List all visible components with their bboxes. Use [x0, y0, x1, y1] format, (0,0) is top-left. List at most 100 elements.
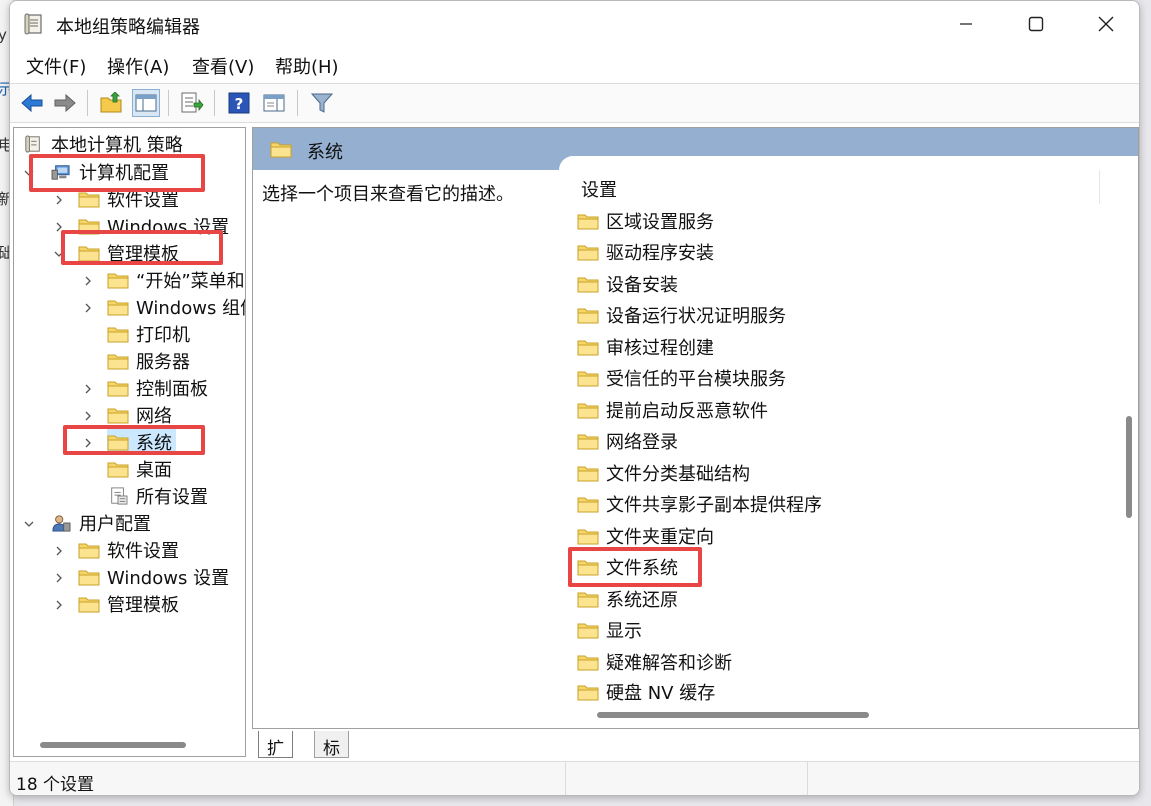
- filter-button[interactable]: [308, 89, 336, 117]
- list-item[interactable]: 文件共享影子副本提供程序: [577, 491, 822, 517]
- folder-icon: [577, 277, 599, 293]
- tree-item-printers[interactable]: 打印机: [107, 321, 190, 347]
- back-icon: [21, 93, 43, 113]
- list-item-label: 区域设置服务: [606, 212, 714, 233]
- toolbar-separator: [297, 90, 298, 116]
- tree-item-start-menu[interactable]: “开始”菜单和任: [107, 267, 245, 293]
- policy-scroll-icon: [24, 13, 42, 35]
- list-item-label: 受信任的平台模块服务: [606, 369, 786, 390]
- list-item[interactable]: 文件夹重定向: [577, 523, 714, 549]
- list-item[interactable]: 显示: [577, 617, 642, 643]
- export-list-button[interactable]: [178, 89, 206, 117]
- toolbar-separator: [168, 90, 169, 116]
- tree-horizontal-scrollbar[interactable]: [40, 742, 186, 748]
- list-item[interactable]: 设备运行状况证明服务: [577, 302, 786, 328]
- list-item[interactable]: 驱动程序安装: [577, 239, 714, 265]
- tree-item-label: 软件设置: [107, 541, 179, 562]
- folder-icon: [577, 623, 599, 639]
- forward-button[interactable]: [51, 89, 79, 117]
- chevron-right-icon[interactable]: [52, 193, 66, 207]
- list-item[interactable]: 疑难解答和诊断: [577, 649, 732, 675]
- chevron-right-icon[interactable]: [81, 382, 95, 396]
- tree-item-all-settings[interactable]: 所有设置: [107, 483, 208, 509]
- properties-icon: [263, 94, 285, 112]
- maximize-button[interactable]: [1001, 1, 1071, 47]
- list-item[interactable]: 文件分类基础结构: [577, 460, 750, 486]
- all-settings-icon: [111, 487, 128, 505]
- list-item[interactable]: 提前启动反恶意软件: [577, 397, 768, 423]
- list-item[interactable]: 受信任的平台模块服务: [577, 365, 786, 391]
- chevron-right-icon[interactable]: [81, 409, 95, 423]
- chevron-right-icon[interactable]: [52, 598, 66, 612]
- column-divider[interactable]: [1099, 170, 1100, 204]
- column-header-setting[interactable]: 设置: [581, 176, 617, 202]
- list-item[interactable]: 网络登录: [577, 428, 678, 454]
- folder-icon: [107, 327, 129, 343]
- toolbar-separator: [214, 90, 215, 116]
- folder-icon: [577, 371, 599, 387]
- menu-file[interactable]: 文件(F): [26, 53, 86, 79]
- list-item[interactable]: 审核过程创建: [577, 334, 714, 360]
- menu-help[interactable]: 帮助(H): [275, 53, 339, 79]
- tree-item-user-config[interactable]: 用户配置: [50, 510, 151, 536]
- folder-icon: [577, 466, 599, 482]
- folder-icon: [78, 543, 100, 559]
- list-item[interactable]: 系统还原: [577, 586, 678, 612]
- list-item-label: 设备安装: [606, 275, 678, 296]
- list-item[interactable]: 设备安装: [577, 271, 678, 297]
- tree-item-uc-windows[interactable]: Windows 设置: [78, 564, 229, 590]
- help-button[interactable]: ?: [225, 89, 253, 117]
- tree-item-control-panel[interactable]: 控制面板: [107, 375, 208, 401]
- chevron-right-icon[interactable]: [52, 571, 66, 585]
- properties-button[interactable]: [260, 89, 288, 117]
- list-vertical-scrollbar[interactable]: [1126, 416, 1132, 518]
- tab-extended[interactable]: 扩展: [258, 731, 293, 784]
- bg-fragment: y: [0, 26, 7, 44]
- tree-item-windows-components[interactable]: Windows 组件: [107, 294, 245, 320]
- list-item[interactable]: 硬盘 NV 缓存: [577, 679, 715, 705]
- list-item-label: 网络登录: [606, 432, 678, 453]
- highlight-box: [568, 547, 702, 587]
- tree-item-uc-admin[interactable]: 管理模板: [78, 591, 179, 617]
- chevron-down-icon[interactable]: [22, 517, 36, 531]
- tree-item-label: 所有设置: [136, 487, 208, 508]
- chevron-right-icon[interactable]: [52, 544, 66, 558]
- list-item-label: 提前启动反恶意软件: [606, 401, 768, 422]
- status-text: 18 个设置: [16, 775, 95, 795]
- tree-item-label: Windows 设置: [107, 568, 230, 589]
- folder-icon: [78, 192, 100, 208]
- export-list-icon: [181, 92, 204, 113]
- title-bar[interactable]: 本地组策略编辑器: [10, 1, 1139, 47]
- detail-pane: 系统 选择一个项目来查看它的描述。 设置 区域设置服务 驱动程序安装 设备安装 …: [252, 127, 1139, 729]
- menu-action[interactable]: 操作(A): [107, 53, 169, 79]
- toolbar: ?: [10, 83, 1139, 123]
- highlight-box: [63, 425, 205, 455]
- up-folder-button[interactable]: [97, 89, 125, 117]
- tree-item-desktop[interactable]: 桌面: [107, 456, 172, 482]
- folder-icon: [577, 655, 599, 671]
- folder-icon: [577, 685, 599, 701]
- highlight-box: [61, 230, 223, 265]
- tree-item-servers[interactable]: 服务器: [107, 348, 190, 374]
- up-folder-icon: [100, 92, 122, 113]
- minimize-button[interactable]: [931, 1, 1001, 47]
- list-horizontal-scrollbar[interactable]: [597, 712, 869, 718]
- policy-scroll-icon: [25, 135, 40, 153]
- folder-icon: [78, 597, 100, 613]
- list-item[interactable]: 区域设置服务: [577, 208, 714, 234]
- menu-view[interactable]: 查看(V): [192, 53, 254, 79]
- description-panel: 选择一个项目来查看它的描述。: [253, 170, 559, 728]
- folder-icon: [577, 592, 599, 608]
- window-title: 本地组策略编辑器: [56, 17, 200, 38]
- filter-icon: [311, 93, 333, 113]
- tab-standard[interactable]: 标准: [314, 731, 349, 784]
- show-hide-tree-button[interactable]: [132, 89, 160, 117]
- back-button[interactable]: [18, 89, 46, 117]
- chevron-right-icon[interactable]: [81, 274, 95, 288]
- tree-item-uc-software[interactable]: 软件设置: [78, 537, 179, 563]
- list-item-label: 文件共享影子副本提供程序: [606, 495, 822, 516]
- chevron-right-icon[interactable]: [81, 301, 95, 315]
- settings-list[interactable]: 设置 区域设置服务 驱动程序安装 设备安装 设备运行状况证明服务 审核过程创建 …: [559, 156, 1138, 728]
- close-button[interactable]: [1071, 1, 1139, 47]
- list-item-label: 显示: [606, 621, 642, 642]
